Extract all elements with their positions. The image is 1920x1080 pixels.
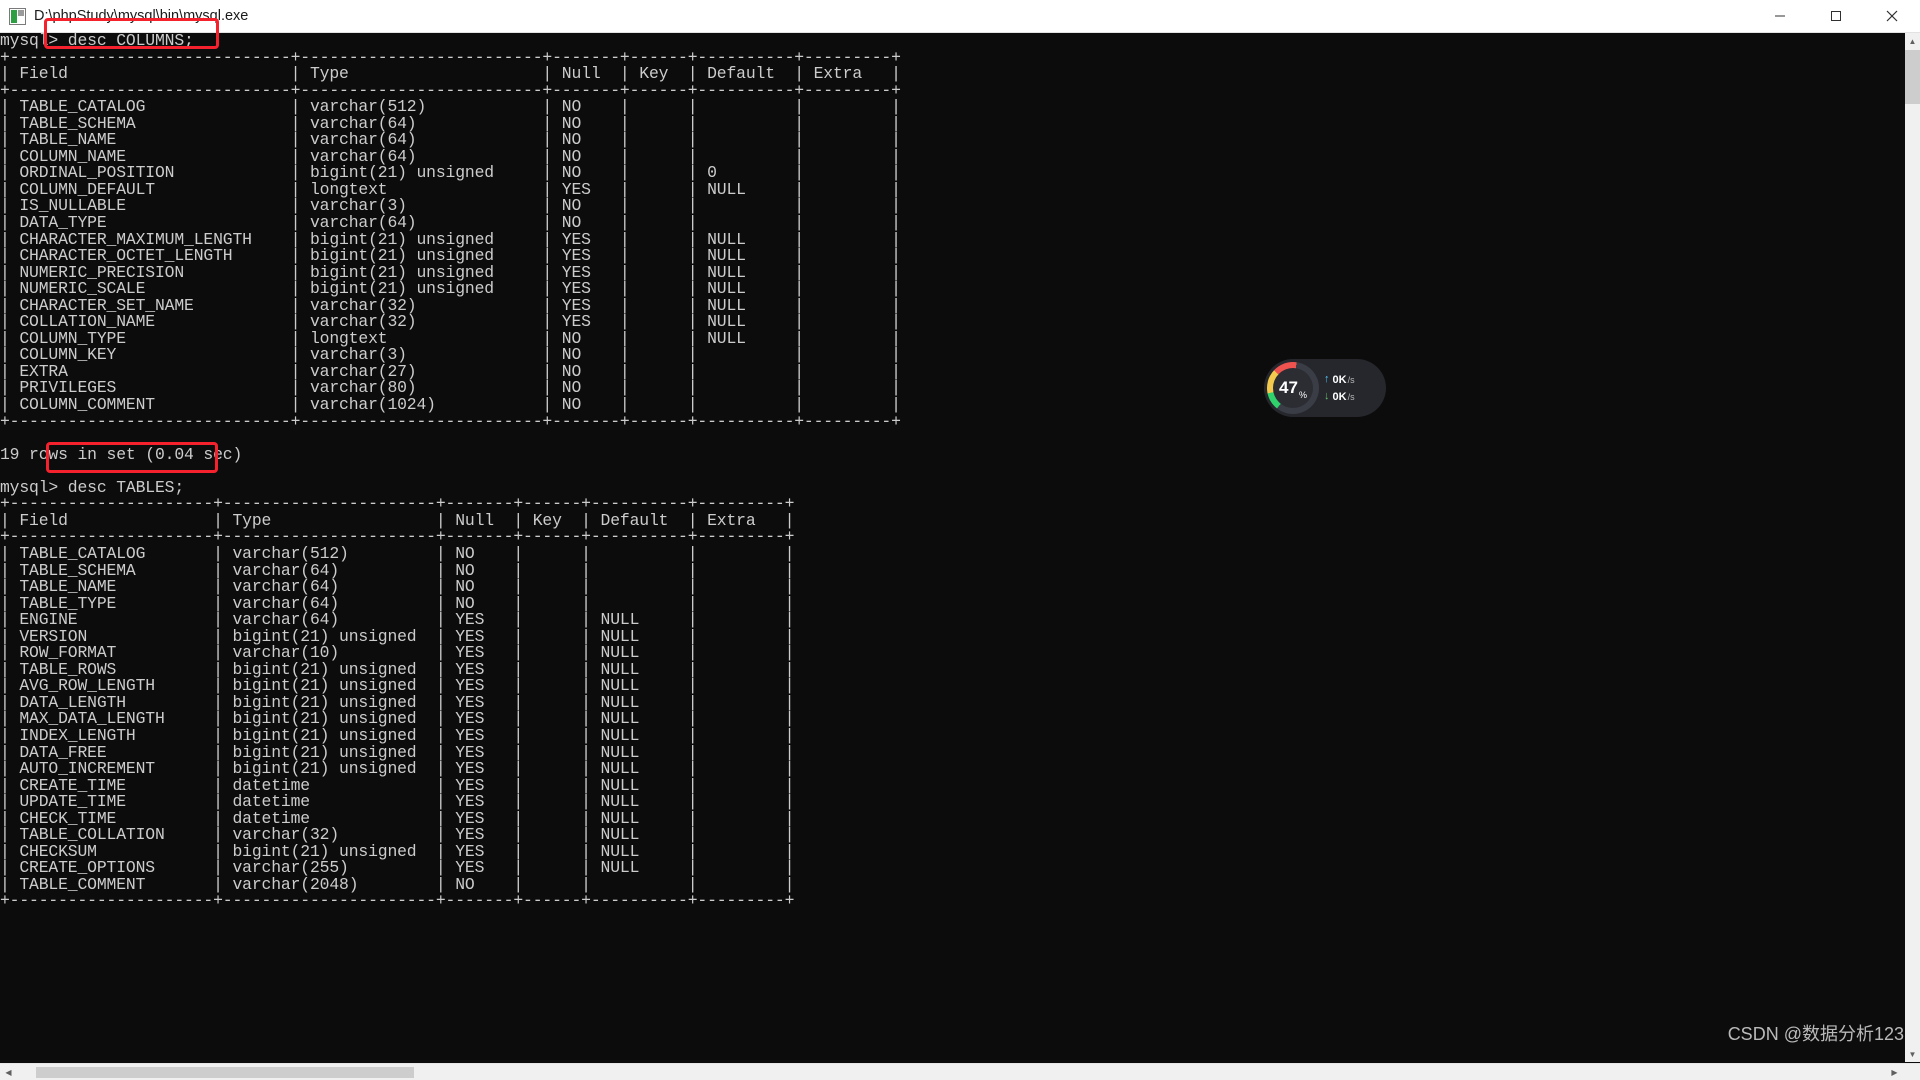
- vertical-scroll-thumb[interactable]: [1905, 50, 1920, 104]
- download-arrow-icon: ↓: [1324, 391, 1330, 402]
- maximize-icon: [1830, 10, 1842, 22]
- download-speed-row: ↓ 0K /s: [1324, 391, 1355, 403]
- close-icon: [1886, 10, 1898, 22]
- terminal-blank: [0, 430, 1905, 447]
- vertical-scrollbar[interactable]: ▲ ▼: [1905, 33, 1920, 1062]
- upload-speed-value: 0K: [1333, 374, 1347, 386]
- window-title: D:\phpStudy\mysql\bin\mysql.exe: [34, 8, 248, 24]
- console-window: D:\phpStudy\mysql\bin\mysql.exe mysql> d…: [0, 0, 1920, 1080]
- console-app-icon: [9, 8, 26, 25]
- cpu-usage-label: 47%: [1267, 362, 1319, 414]
- table-border: +-----------------------------+---------…: [0, 414, 1905, 431]
- terminal-output[interactable]: mysql> desc COLUMNS;+-------------------…: [0, 33, 1905, 1080]
- cpu-usage-gauge: 47%: [1267, 362, 1319, 414]
- csdn-watermark: CSDN @数据分析123: [1728, 1020, 1904, 1046]
- scroll-left-icon[interactable]: ◀: [0, 1064, 17, 1080]
- table-border: +---------------------+-----------------…: [0, 893, 1905, 910]
- scroll-down-icon[interactable]: ▼: [1905, 1046, 1920, 1062]
- window-titlebar[interactable]: D:\phpStudy\mysql\bin\mysql.exe: [0, 0, 1920, 33]
- scrollbar-corner: [1903, 1064, 1920, 1080]
- cpu-percent-value: 47: [1279, 378, 1298, 398]
- download-speed-value: 0K: [1333, 391, 1347, 403]
- minimize-icon: [1774, 10, 1786, 22]
- terminal-status-line: 19 rows in set (0.04 sec): [0, 447, 1905, 464]
- horizontal-scroll-thumb[interactable]: [36, 1067, 414, 1078]
- download-speed-unit: /s: [1348, 392, 1355, 402]
- scroll-up-icon[interactable]: ▲: [1905, 33, 1920, 49]
- terminal-blank: [0, 463, 1905, 480]
- horizontal-scrollbar[interactable]: ◀ ▶: [0, 1063, 1920, 1080]
- close-button[interactable]: [1864, 0, 1920, 32]
- upload-speed-unit: /s: [1348, 375, 1355, 385]
- network-speed-rows: ↑ 0K /s ↓ 0K /s: [1324, 374, 1355, 403]
- network-monitor-widget[interactable]: 47% ↑ 0K /s ↓ 0K /s: [1264, 359, 1386, 417]
- minimize-button[interactable]: [1752, 0, 1808, 32]
- cpu-percent-symbol: %: [1299, 390, 1307, 400]
- upload-arrow-icon: ↑: [1324, 374, 1330, 385]
- scroll-right-icon[interactable]: ▶: [1886, 1064, 1903, 1080]
- maximize-button[interactable]: [1808, 0, 1864, 32]
- upload-speed-row: ↑ 0K /s: [1324, 374, 1355, 386]
